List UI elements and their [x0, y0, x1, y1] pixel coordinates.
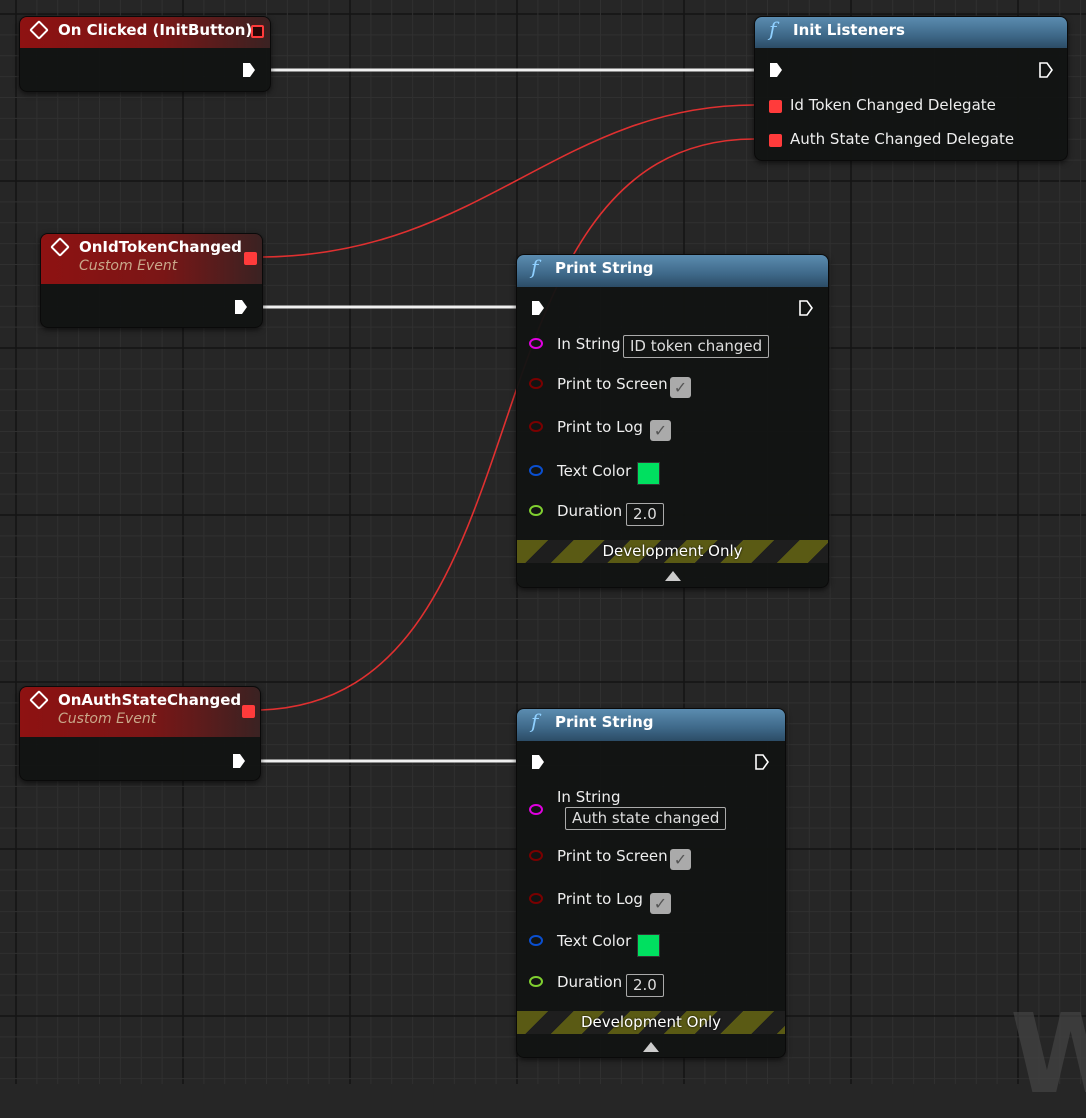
bool-pin[interactable]	[529, 378, 543, 389]
print-screen-checkbox[interactable]: ✓	[670, 849, 691, 870]
delegate-pin[interactable]	[244, 252, 257, 265]
exec-out-pin[interactable]	[242, 62, 256, 78]
auth-state-delegate-pin[interactable]	[769, 134, 782, 147]
in-string-input[interactable]: Auth state changed	[565, 807, 727, 830]
duration-input[interactable]: 2.0	[626, 974, 664, 997]
on-clicked-node[interactable]: On Clicked (InitButton)	[19, 16, 271, 92]
node-title: Init Listeners	[793, 21, 905, 39]
print-string-node-1[interactable]: f Print String In String ID token change…	[516, 254, 829, 588]
print-screen-label: Print to Screen	[557, 847, 668, 865]
bool-pin[interactable]	[529, 421, 543, 432]
duration-label: Duration	[557, 973, 623, 991]
node-title: OnAuthStateChanged	[58, 691, 242, 709]
color-pin[interactable]	[529, 935, 543, 946]
print-log-label: Print to Log	[557, 418, 643, 436]
development-only-banner: Development Only	[517, 1011, 785, 1034]
event-icon	[29, 20, 49, 40]
on-auth-state-changed-node[interactable]: OnAuthStateChanged Custom Event	[19, 686, 261, 781]
exec-out-pin[interactable]	[232, 753, 246, 769]
exec-out-pin[interactable]	[755, 754, 769, 770]
text-color-label: Text Color	[557, 462, 632, 480]
function-icon: f	[531, 255, 539, 279]
in-string-input[interactable]: ID token changed	[623, 335, 770, 358]
delegate-pin[interactable]	[251, 25, 264, 38]
exec-out-pin[interactable]	[799, 300, 813, 316]
collapse-arrow-icon[interactable]	[643, 1042, 659, 1052]
exec-out-pin[interactable]	[1039, 62, 1053, 78]
string-pin[interactable]	[529, 804, 543, 815]
print-log-checkbox[interactable]: ✓	[650, 420, 671, 441]
delegate-pin[interactable]	[242, 705, 255, 718]
node-title: Print String	[555, 713, 654, 731]
in-string-label: In String	[557, 335, 621, 353]
print-log-label: Print to Log	[557, 890, 643, 908]
in-string-label: In String	[557, 788, 621, 806]
delegate-wire	[262, 104, 755, 258]
color-pin[interactable]	[529, 465, 543, 476]
text-color-swatch[interactable]	[637, 462, 660, 485]
watermark-logo: W	[1010, 990, 1086, 1118]
float-pin[interactable]	[529, 976, 543, 987]
id-token-delegate-pin[interactable]	[769, 100, 782, 113]
print-screen-label: Print to Screen	[557, 375, 668, 393]
text-color-swatch[interactable]	[637, 934, 660, 957]
function-icon: f	[769, 17, 777, 41]
exec-out-pin[interactable]	[234, 299, 248, 315]
print-screen-checkbox[interactable]: ✓	[670, 377, 691, 398]
print-string-node-2[interactable]: f Print String In String Auth state chan…	[516, 708, 786, 1058]
node-title: Print String	[555, 259, 654, 277]
node-subtitle: Custom Event	[79, 258, 178, 274]
function-icon: f	[531, 709, 539, 733]
pin-label: Id Token Changed Delegate	[790, 96, 996, 114]
float-pin[interactable]	[529, 505, 543, 516]
exec-in-pin[interactable]	[531, 300, 545, 316]
string-pin[interactable]	[529, 338, 543, 349]
duration-input[interactable]: 2.0	[626, 503, 664, 526]
custom-event-icon	[50, 237, 70, 257]
print-log-checkbox[interactable]: ✓	[650, 893, 671, 914]
on-id-token-changed-node[interactable]: OnIdTokenChanged Custom Event	[40, 233, 263, 328]
bool-pin[interactable]	[529, 850, 543, 861]
development-only-banner: Development Only	[517, 540, 828, 563]
duration-label: Duration	[557, 502, 623, 520]
pin-label: Auth State Changed Delegate	[790, 130, 1015, 148]
exec-in-pin[interactable]	[769, 62, 783, 78]
bool-pin[interactable]	[529, 893, 543, 904]
init-listeners-node[interactable]: f Init Listeners Id Token Changed Delega…	[754, 16, 1068, 161]
node-title: On Clicked (InitButton)	[58, 21, 253, 39]
node-title: OnIdTokenChanged	[79, 238, 242, 256]
custom-event-icon	[29, 690, 49, 710]
collapse-arrow-icon[interactable]	[664, 571, 681, 581]
text-color-label: Text Color	[557, 932, 632, 950]
node-subtitle: Custom Event	[58, 711, 157, 727]
exec-in-pin[interactable]	[531, 754, 545, 770]
